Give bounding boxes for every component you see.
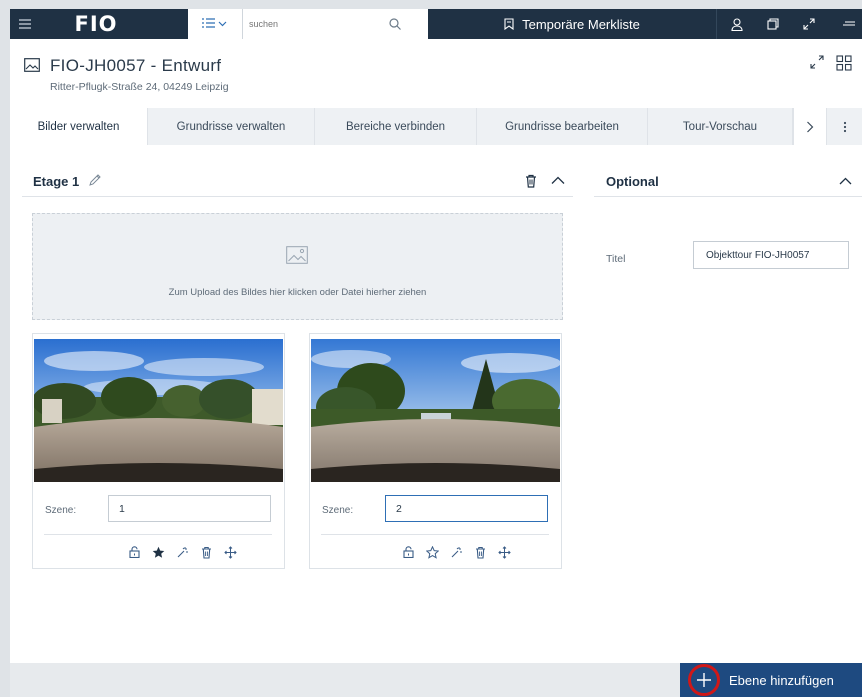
window-icon[interactable] [758,9,788,39]
magic-wand-icon[interactable] [444,541,468,563]
magic-wand-icon[interactable] [170,541,194,563]
scene-label: Szene: [322,505,354,516]
divider [44,534,272,535]
scene-label: Szene: [45,505,77,516]
trash-icon[interactable] [194,541,218,563]
search-icon[interactable] [389,18,419,30]
collapse-icon[interactable] [810,55,824,69]
star-outline-icon[interactable] [420,541,444,563]
panorama-image-2[interactable] [311,339,560,482]
search-scope-dropdown[interactable] [188,9,243,39]
delete-floor-icon[interactable] [525,174,537,188]
lock-icon[interactable] [122,541,146,563]
divider [22,196,573,197]
tab-bar: Bilder verwalten Grundrisse verwalten Be… [10,108,862,145]
page-address: Ritter-Pflugk-Straße 24, 04249 Leipzig [50,81,229,93]
scene-card-2: Szene: 2 [309,333,562,569]
tab-scroll-right[interactable] [793,108,827,145]
optional-title: Optional [606,174,659,189]
plus-icon [688,664,720,696]
bookmark-icon [504,18,514,30]
edit-pencil-icon[interactable] [88,173,102,187]
panorama-image-1[interactable] [34,339,283,482]
app-window: FIO Temporäre Merkliste [10,9,862,697]
top-bar: FIO Temporäre Merkliste [10,9,862,39]
lock-icon[interactable] [396,541,420,563]
move-icon[interactable] [492,541,516,563]
collapse-floor-icon[interactable] [551,176,565,185]
title-field-label: Titel [606,253,626,265]
kebab-icon [843,121,846,132]
star-filled-icon[interactable] [146,541,170,563]
menu-icon[interactable] [10,9,40,39]
chevron-right-icon [807,121,814,132]
page-header: FIO-JH0057 - Entwurf Ritter-Pflugk-Straß… [10,39,862,102]
divider [716,9,717,39]
scene-toolbar [396,541,516,563]
tab-label: Grundrisse bearbeiten [505,120,619,133]
tab-menu[interactable] [827,108,862,145]
scene-number-input[interactable]: 2 [385,495,548,522]
user-icon[interactable] [722,9,752,39]
trash-icon[interactable] [468,541,492,563]
logo[interactable]: FIO [66,9,126,39]
search-bar [188,9,428,39]
search-input[interactable] [249,19,389,29]
floor-title-text: Etage 1 [33,174,80,189]
scene-card-1: Szene: 1 [32,333,285,569]
tab-tour-vorschau[interactable]: Tour-Vorschau [648,108,793,145]
upload-dropzone[interactable]: Zum Upload des Bildes hier klicken oder … [32,213,563,320]
scene-number-input[interactable]: 1 [108,495,271,522]
logo-text: FIO [74,12,118,36]
list-icon [202,18,227,28]
floor-title: Etage 1 [33,174,79,189]
upload-hint: Zum Upload des Bildes hier klicken oder … [168,287,427,298]
expand-icon[interactable] [794,9,824,39]
scene-toolbar [122,541,242,563]
merkliste-label: Temporäre Merkliste [522,16,640,32]
grid-view-icon[interactable] [836,55,852,71]
move-icon[interactable] [218,541,242,563]
page-title: FIO-JH0057 - Entwurf [50,56,222,75]
tab-grundrisse-verwalten[interactable]: Grundrisse verwalten [148,108,315,145]
temp-merkliste-button[interactable]: Temporäre Merkliste [428,9,716,39]
tab-label: Bilder verwalten [37,120,120,133]
tab-label: Bereiche verbinden [345,120,446,133]
add-floor-button[interactable]: Ebene hinzufügen [680,663,862,697]
tab-label: Tour-Vorschau [682,120,758,133]
tab-bereiche-verbinden[interactable]: Bereiche verbinden [315,108,477,145]
divider [321,534,549,535]
tab-label: Grundrisse verwalten [176,120,286,133]
add-floor-label: Ebene hinzufügen [729,672,834,688]
title-field-input[interactable]: Objekttour FIO-JH0057 [693,241,849,269]
tab-bilder-verwalten[interactable]: Bilder verwalten [10,108,148,145]
image-placeholder-icon [286,246,308,264]
image-icon [24,58,40,72]
more-icon[interactable] [836,9,862,39]
divider [594,196,862,197]
collapse-optional-icon[interactable] [839,177,852,185]
tab-grundrisse-bearbeiten[interactable]: Grundrisse bearbeiten [477,108,648,145]
